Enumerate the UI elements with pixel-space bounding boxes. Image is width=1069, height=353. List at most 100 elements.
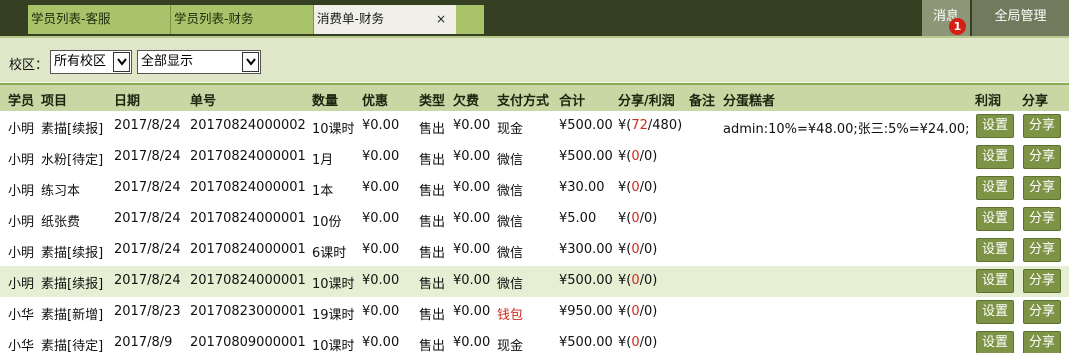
cell-student: 小明 xyxy=(8,122,35,137)
table-row[interactable]: 小明 素描[续报] 2017/8/24 20170824000002 10课时 ¥0.00… xyxy=(0,111,1069,142)
share-prefix: ¥( xyxy=(618,149,632,164)
share-suffix: /0) xyxy=(639,180,658,195)
column-header: 支付方式 xyxy=(497,94,550,109)
profit-settings-button[interactable]: 设置 xyxy=(976,238,1015,262)
cell-pay: 现金 xyxy=(497,122,524,137)
cell-date: 2017/8/24 xyxy=(114,273,181,288)
cell-owed: ¥0.00 xyxy=(453,335,491,350)
tab-student-list-service[interactable]: 学员列表-客服 xyxy=(28,5,171,34)
table-row[interactable]: 小明 练习本 2017/8/24 20170824000001 1本 ¥0.00 售出 ¥0.… xyxy=(0,173,1069,204)
close-icon[interactable]: × xyxy=(436,5,446,33)
column-header: 分享/利润 xyxy=(618,94,675,109)
share-suffix: /0) xyxy=(639,211,658,226)
cell-qty: 1本 xyxy=(312,184,334,199)
cell-type: 售出 xyxy=(419,277,446,292)
share-button[interactable]: 分享 xyxy=(1023,114,1062,138)
table-row[interactable]: 小明 素描[续报] 2017/8/24 20170824000001 6课时 ¥0.00 售… xyxy=(0,235,1069,266)
table-row[interactable]: 小明 水粉[待定] 2017/8/24 20170824000001 1月 ¥0.00 售出… xyxy=(0,142,1069,173)
campus-select-value: 所有校区 xyxy=(54,54,107,69)
profit-settings-button[interactable]: 设置 xyxy=(976,145,1015,169)
cell-owed: ¥0.00 xyxy=(453,118,491,133)
cell-total: ¥500.00 xyxy=(559,118,613,133)
share-value: 0 xyxy=(631,335,640,350)
profit-settings-button[interactable]: 设置 xyxy=(976,207,1015,231)
share-prefix: ¥( xyxy=(618,273,632,288)
cell-date: 2017/8/24 xyxy=(114,149,181,164)
cell-item: 素描[待定] xyxy=(41,339,104,353)
cell-discount: ¥0.00 xyxy=(362,242,400,257)
table-row[interactable]: 小明 纸张费 2017/8/24 20170824000001 10份 ¥0.00 售出 ¥0… xyxy=(0,204,1069,235)
cell-item: 素描[续报] xyxy=(41,246,104,261)
column-header: 备注 xyxy=(689,94,716,109)
column-header: 欠费 xyxy=(453,94,480,109)
share-button[interactable]: 分享 xyxy=(1023,238,1062,262)
profit-settings-button[interactable]: 设置 xyxy=(976,176,1015,200)
cell-qty: 10课时 xyxy=(312,277,355,292)
cell-discount: ¥0.00 xyxy=(362,273,400,288)
tab-strip: 学员列表-客服 学员列表-财务 消费单-财务 × xyxy=(28,5,484,34)
column-header: 分享 xyxy=(1022,94,1049,109)
cell-discount: ¥0.00 xyxy=(362,180,400,195)
campus-select[interactable]: 所有校区 xyxy=(50,50,132,74)
column-header: 数量 xyxy=(312,94,339,109)
share-button[interactable]: 分享 xyxy=(1023,300,1062,324)
cell-item: 素描[续报] xyxy=(41,277,104,292)
cell-date: 2017/8/24 xyxy=(114,118,181,133)
cell-total: ¥500.00 xyxy=(559,335,613,350)
cell-discount: ¥0.00 xyxy=(362,335,400,350)
cell-order: 20170824000001 xyxy=(190,149,306,164)
cell-item: 素描[新增] xyxy=(41,308,104,323)
cell-student: 小华 xyxy=(8,339,35,353)
cell-order: 20170824000001 xyxy=(190,180,306,195)
tab-label: 学员列表-财务 xyxy=(174,11,254,26)
cell-student: 小明 xyxy=(8,246,35,261)
table-row[interactable]: 小明 素描[续报] 2017/8/24 20170824000001 10课时 ¥0.00… xyxy=(0,266,1069,297)
display-select[interactable]: 全部显示 xyxy=(137,50,261,74)
cell-discount: ¥0.00 xyxy=(362,304,400,319)
share-suffix: /0) xyxy=(639,149,658,164)
cell-qty: 19课时 xyxy=(312,308,355,323)
profit-settings-button[interactable]: 设置 xyxy=(976,300,1015,324)
cell-type: 售出 xyxy=(419,308,446,323)
cell-owed: ¥0.00 xyxy=(453,273,491,288)
tab-consumption-finance[interactable]: 消费单-财务 × xyxy=(314,5,456,34)
share-suffix: /0) xyxy=(639,335,658,350)
cell-qty: 6课时 xyxy=(312,246,347,261)
share-prefix: ¥( xyxy=(618,118,632,133)
global-management-button[interactable]: 全局管理 xyxy=(972,0,1069,36)
share-button[interactable]: 分享 xyxy=(1023,207,1062,231)
cell-item: 纸张费 xyxy=(41,215,81,230)
cell-order: 20170824000002 xyxy=(190,118,306,133)
share-suffix: /480) xyxy=(647,118,683,133)
column-header: 类型 xyxy=(419,94,446,109)
cell-date: 2017/8/24 xyxy=(114,211,181,226)
messages-button[interactable]: 消息 1 xyxy=(922,0,970,36)
table-row[interactable]: 小华 素描[待定] 2017/8/9 20170809000001 10课时 ¥0.00 售… xyxy=(0,328,1069,353)
cell-total: ¥300.00 xyxy=(559,242,613,257)
cell-total: ¥500.00 xyxy=(559,149,613,164)
share-button[interactable]: 分享 xyxy=(1023,269,1062,293)
cell-qty: 1月 xyxy=(312,153,334,168)
table-row[interactable]: 小华 素描[新增] 2017/8/23 20170823000001 19课时 ¥0.00… xyxy=(0,297,1069,328)
cell-student: 小明 xyxy=(8,153,35,168)
share-button[interactable]: 分享 xyxy=(1023,176,1062,200)
share-value: 0 xyxy=(631,180,640,195)
share-button[interactable]: 分享 xyxy=(1023,331,1062,353)
tab-student-list-finance[interactable]: 学员列表-财务 xyxy=(171,5,314,34)
profit-settings-button[interactable]: 设置 xyxy=(976,114,1015,138)
table-header: 学员 项目 日期 单号 数量 优惠 类型 欠费 支付方式 合计 分享/利润 备注 分蛋糕者 利润 分享 xyxy=(0,83,1069,111)
cell-date: 2017/8/9 xyxy=(114,335,173,350)
cell-share-profit: ¥(0/0) xyxy=(618,242,657,257)
cell-student: 小华 xyxy=(8,308,35,323)
share-button[interactable]: 分享 xyxy=(1023,145,1062,169)
profit-settings-button[interactable]: 设置 xyxy=(976,269,1015,293)
share-prefix: ¥( xyxy=(618,304,632,319)
cell-discount: ¥0.00 xyxy=(362,211,400,226)
cell-share-profit: ¥(72/480) xyxy=(618,118,682,133)
cell-type: 售出 xyxy=(419,184,446,199)
filter-bar: 校区： 所有校区 全部显示 xyxy=(0,36,1069,82)
profit-settings-button[interactable]: 设置 xyxy=(976,331,1015,353)
cell-total: ¥950.00 xyxy=(559,304,613,319)
column-header: 单号 xyxy=(190,94,217,109)
campus-label: 校区： xyxy=(9,58,49,73)
